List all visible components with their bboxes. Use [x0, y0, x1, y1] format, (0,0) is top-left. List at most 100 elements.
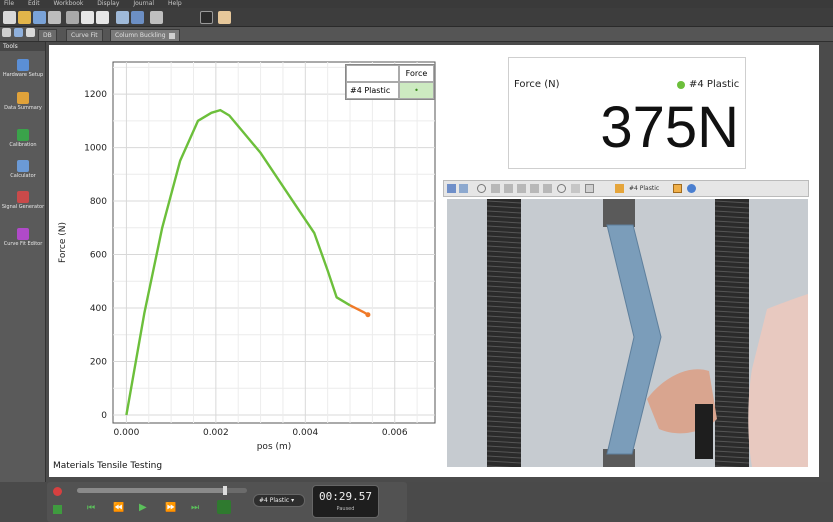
legend-header: Force — [405, 69, 428, 78]
skip-to-start-icon[interactable]: ⏮ — [87, 503, 99, 513]
settings-icon[interactable] — [687, 184, 696, 193]
skip-to-end-icon[interactable]: ⏭ — [191, 503, 203, 513]
video-toolbar: #4 Plastic — [443, 180, 809, 197]
page-icon[interactable] — [2, 28, 11, 37]
run-select[interactable]: #4 Plastic ▾ — [253, 494, 305, 507]
menu-journal[interactable]: Journal — [133, 0, 154, 7]
record-icon[interactable] — [477, 184, 486, 193]
tab-column-buckling[interactable]: Column Buckling — [110, 29, 180, 41]
record-button-icon[interactable] — [53, 487, 62, 496]
force-vs-position-chart[interactable]: 020040060080010001200 0.000 0.002 0.004 0.0… — [49, 45, 441, 475]
legend-header-cell: Force — [399, 65, 434, 82]
video-series-label: #4 Plastic — [629, 185, 660, 192]
fast-forward-icon[interactable] — [530, 184, 539, 193]
y-tick-label: 0 — [101, 411, 107, 421]
elapsed-time-display: 00:29.57 Paused — [312, 485, 379, 518]
menu-workbook[interactable]: Workbook — [54, 0, 84, 7]
tools-header: Tools — [0, 42, 45, 51]
journal-snapshot-icon[interactable] — [218, 11, 231, 24]
playback-speed-icon[interactable] — [217, 500, 231, 514]
open-folder-icon[interactable] — [18, 11, 31, 24]
skip-back-icon[interactable] — [491, 184, 500, 193]
pencil-icon[interactable] — [571, 184, 580, 193]
undo-icon[interactable] — [116, 11, 129, 24]
new-file-icon[interactable] — [3, 11, 16, 24]
x-tick-label: 0.002 — [203, 428, 229, 438]
close-tab-icon[interactable] — [168, 32, 175, 39]
series-end-point[interactable] — [365, 312, 371, 318]
play-button-icon[interactable]: ▶ — [139, 503, 151, 513]
scope-icon[interactable] — [53, 505, 62, 514]
legend-series-swatch[interactable]: • — [399, 82, 434, 99]
x-tick-label: 0.004 — [292, 428, 318, 438]
digits-meter[interactable]: Force (N) #4 Plastic 375N — [508, 57, 746, 169]
tab-curve-fit[interactable]: Curve Fit — [66, 29, 103, 41]
play-icon[interactable] — [517, 184, 526, 193]
meter-series-label: #4 Plastic — [689, 79, 740, 90]
y-axis-ticks: 0 200 400 600 800 1000 1200 — [84, 90, 107, 421]
paste-icon[interactable] — [96, 11, 109, 24]
fast-forward-button-icon[interactable]: ⏩ — [165, 503, 177, 513]
y-tick-label: 1000 — [84, 144, 107, 154]
plot-area[interactable] — [112, 61, 436, 424]
meter-value: 375N — [600, 95, 739, 160]
tool-calculator[interactable]: Calculator — [0, 160, 46, 179]
calculator-icon — [17, 160, 29, 172]
zoom-icon[interactable] — [150, 11, 163, 24]
y-tick-label: 800 — [90, 197, 107, 207]
tool-hardware-setup[interactable]: Hardware Setup — [0, 59, 46, 78]
skip-forward-icon[interactable] — [543, 184, 552, 193]
tool-data-summary[interactable]: Data Summary — [0, 92, 46, 111]
y-axis-label[interactable]: Force (N) — [58, 222, 68, 263]
playback-status: Paused — [336, 506, 355, 512]
crank-handle — [695, 404, 713, 459]
tool-signal-generator[interactable]: Signal Generator — [0, 191, 46, 210]
document-icon[interactable] — [26, 28, 35, 37]
timeline-progress — [77, 488, 225, 493]
tab-bar: DB Curve Fit Column Buckling — [0, 27, 833, 42]
video-display[interactable] — [447, 199, 808, 467]
chart-legend-table: Force #4 Plastic • — [345, 64, 435, 100]
data-summary-icon — [17, 92, 29, 104]
y-tick-label: 200 — [90, 357, 107, 367]
save-icon[interactable] — [33, 11, 46, 24]
signal-generator-icon — [17, 191, 29, 203]
frame-icon[interactable] — [585, 184, 594, 193]
hardware-setup-icon — [17, 59, 29, 71]
x-axis-label[interactable]: pos (m) — [257, 442, 292, 452]
menu-bar: File Edit Workbook Display Journal Help — [0, 0, 833, 8]
timeline-handle[interactable] — [223, 486, 227, 495]
tool-curve-fit-editor[interactable]: Curve Fit Editor — [0, 228, 46, 247]
copy-icon[interactable] — [81, 11, 94, 24]
tool-calibration[interactable]: Calibration — [0, 129, 46, 148]
calibration-icon — [17, 129, 29, 141]
print-icon[interactable] — [48, 11, 61, 24]
elapsed-time: 00:29.57 — [319, 490, 372, 503]
clock-icon[interactable] — [557, 184, 566, 193]
globe-icon[interactable] — [14, 28, 23, 37]
video-selection-icon[interactable] — [447, 184, 456, 193]
menu-display[interactable]: Display — [97, 0, 119, 7]
series-color-dot — [677, 81, 685, 89]
workbook-page: 0 200 400 600 800 1000 1200 0.000 0.002 0.004 0.0… — [49, 45, 819, 477]
tab-db[interactable]: DB — [38, 29, 57, 41]
menu-file[interactable]: File — [4, 0, 14, 7]
redo-icon[interactable] — [131, 11, 144, 24]
timeline-slider[interactable] — [77, 486, 247, 495]
x-tick-label: 0.000 — [114, 428, 140, 438]
video-tools-icon[interactable] — [459, 184, 468, 193]
sync-icon[interactable] — [673, 184, 682, 193]
x-axis-ticks: 0.000 0.002 0.004 0.006 — [114, 428, 408, 438]
menu-edit[interactable]: Edit — [28, 0, 40, 7]
y-tick-label: 600 — [90, 251, 107, 261]
cut-icon[interactable] — [66, 11, 79, 24]
menu-help[interactable]: Help — [168, 0, 182, 7]
data-source-icon[interactable] — [615, 184, 624, 193]
rewind-button-icon[interactable]: ⏪ — [113, 503, 125, 513]
upper-clamp — [603, 199, 635, 227]
camera-icon[interactable] — [200, 11, 213, 24]
y-tick-label: 400 — [90, 304, 107, 314]
main-toolbar — [0, 8, 833, 27]
curve-fit-editor-icon — [17, 228, 29, 240]
rewind-icon[interactable] — [504, 184, 513, 193]
